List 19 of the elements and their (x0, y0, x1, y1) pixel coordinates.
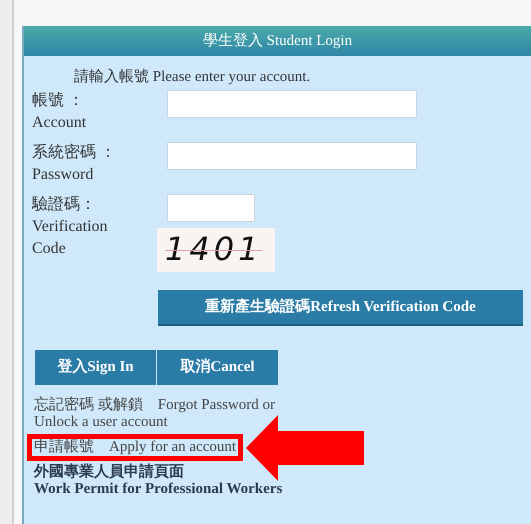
field-label: 帳號 ： (32, 91, 85, 111)
refresh-code-button[interactable]: 重新產生驗證碼Refresh Verification Code (158, 290, 523, 326)
input-field[interactable] (167, 194, 255, 222)
field-label: 驗證碼： (32, 194, 97, 215)
form-button[interactable]: 取消Cancel (157, 350, 279, 385)
form-button[interactable]: 登入Sign In (35, 350, 157, 385)
arrow-icon (246, 414, 364, 480)
captcha-code: 1401 (157, 228, 275, 272)
link[interactable]: 忘記密碼 或解鎖 Forgot Password or Unlock a user account (34, 397, 314, 431)
instruction-text: 請輸入帳號 Please enter your account. (73, 68, 312, 86)
input-field[interactable] (167, 90, 417, 118)
input-field[interactable] (167, 142, 417, 170)
field-label: 系統密碼 ： (32, 142, 117, 163)
field-label: Account (32, 113, 88, 133)
panel-title: 學生登入 Student Login (202, 32, 352, 51)
link[interactable]: 申請帳號 Apply for an account (34, 439, 236, 456)
link[interactable]: 外國專業人員申請頁面 Work Permit for Professional Workers (34, 464, 282, 498)
field-label: Verification Code (32, 217, 109, 259)
field-label: Password (32, 165, 94, 185)
